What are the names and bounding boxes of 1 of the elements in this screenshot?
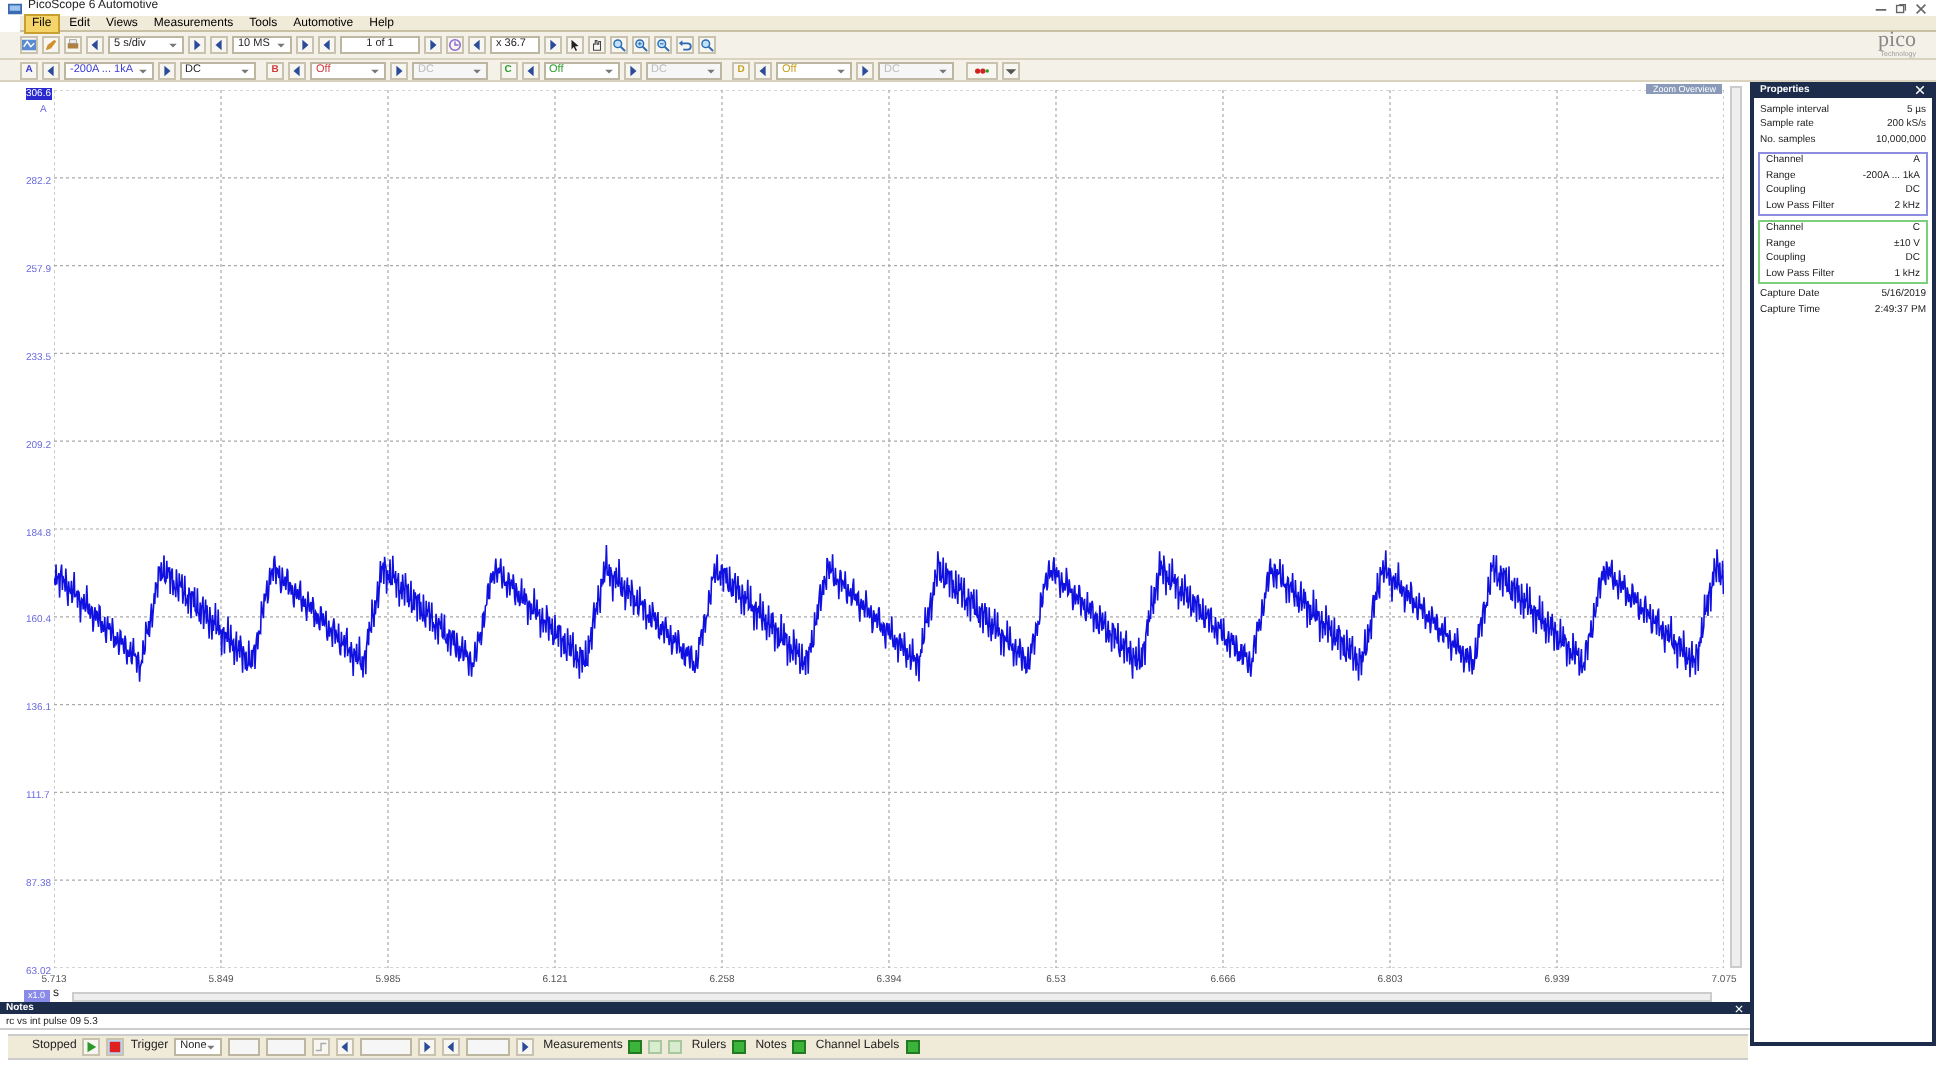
- logo-text: pico: [1878, 30, 1916, 53]
